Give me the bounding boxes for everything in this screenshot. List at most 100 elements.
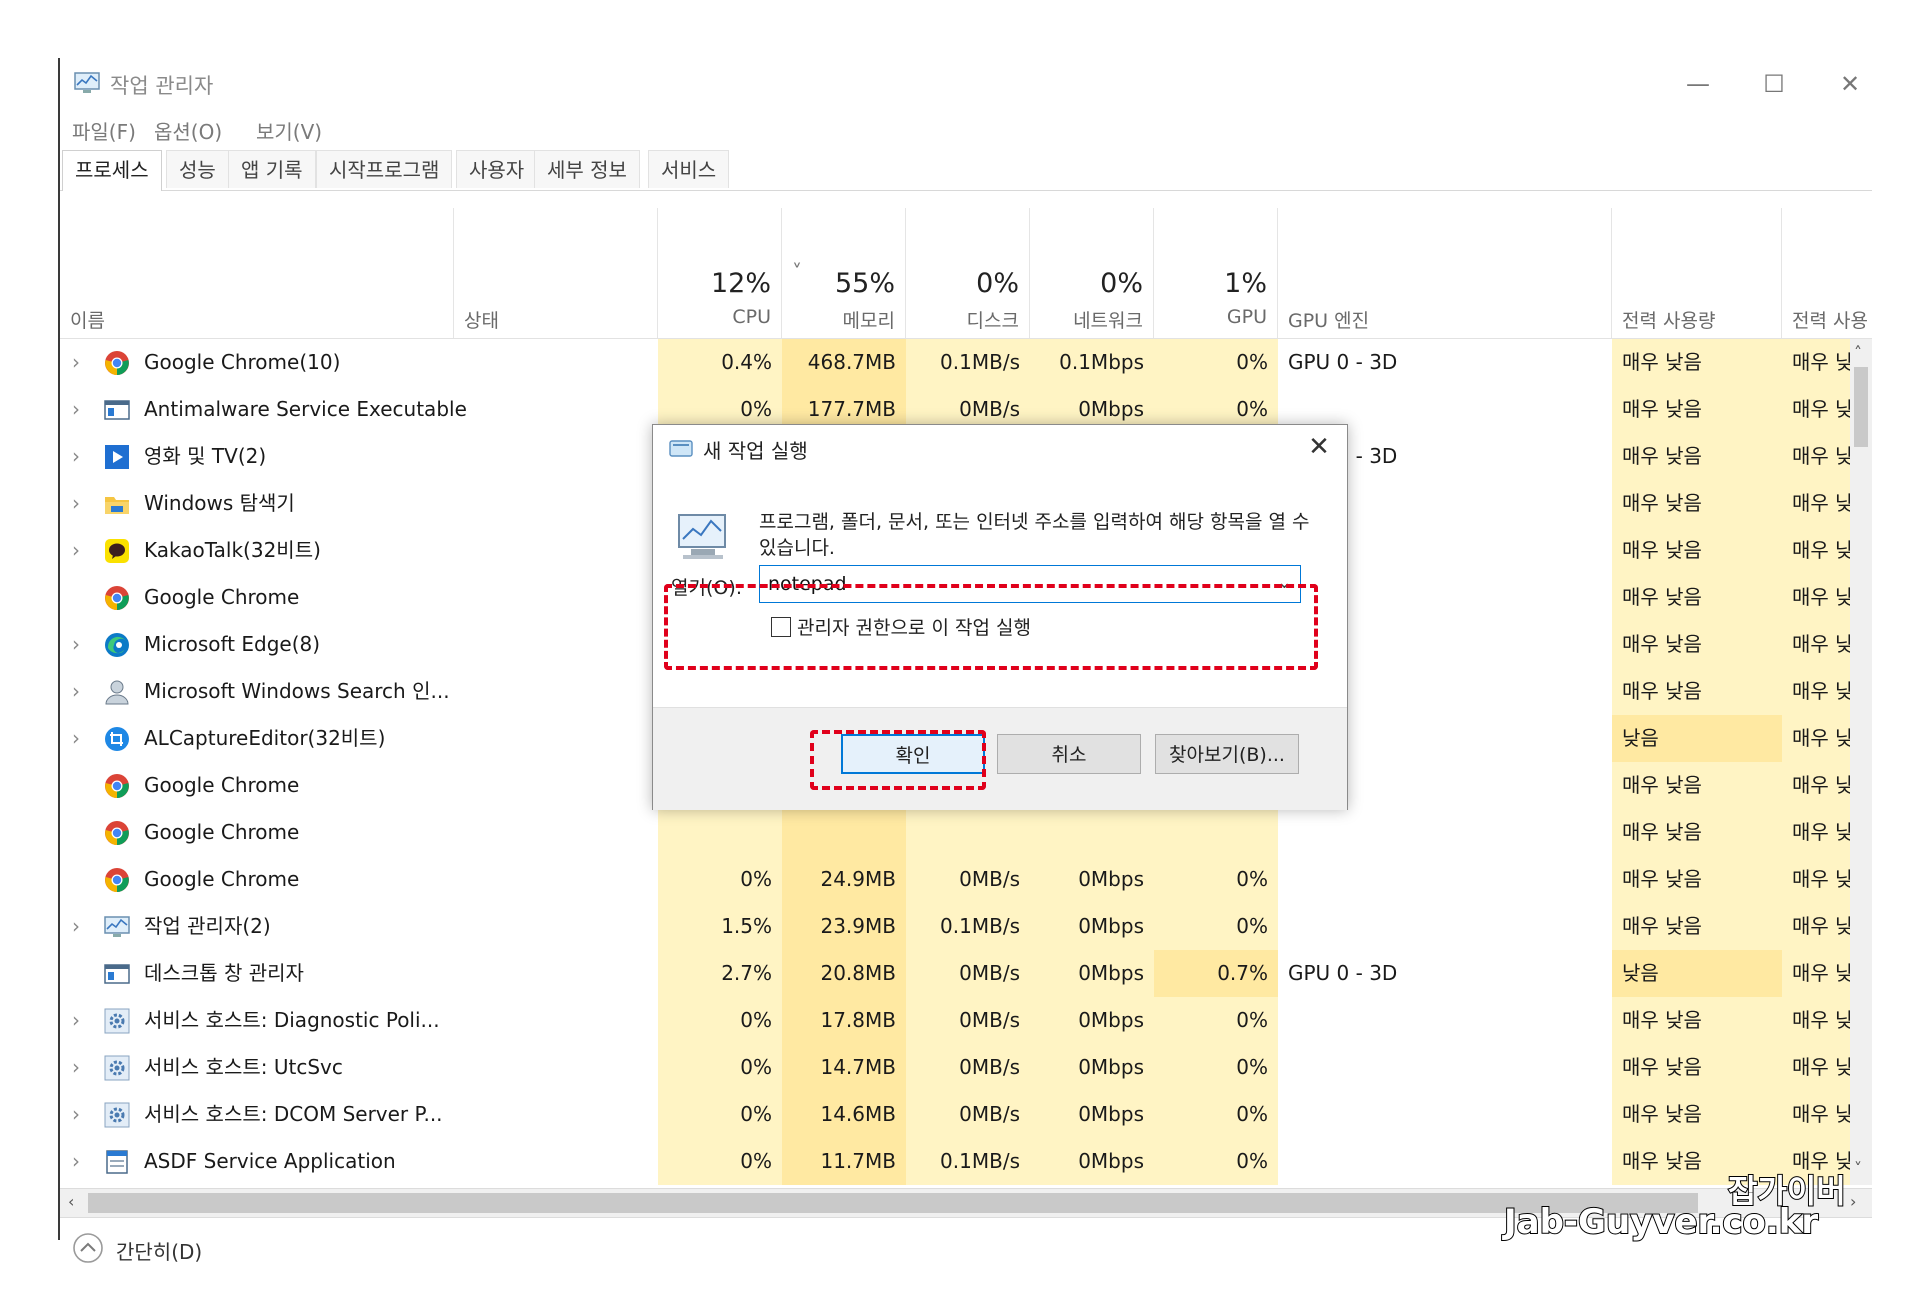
fewer-details-icon[interactable] [72, 1232, 104, 1264]
process-row[interactable]: › ASDF Service Application 0% 11.7MB 0.1MB/s… [60, 1138, 1872, 1185]
expand-chevron-icon[interactable]: › [66, 433, 86, 480]
process-name: Google Chrome [144, 773, 300, 797]
header-gpu-engine[interactable]: GPU 엔진 [1278, 208, 1612, 338]
cell-power: 매우 낮음 [1612, 433, 1782, 480]
process-name: 영화 및 TV(2) [144, 444, 267, 468]
expand-chevron-icon[interactable]: › [66, 621, 86, 668]
browse-button[interactable]: 찾아보기(B)... [1155, 734, 1299, 774]
cell-cpu: 0% [658, 997, 782, 1044]
menu-options[interactable]: 옵션(O) [154, 116, 222, 145]
header-network[interactable]: 0% 네트워크 [1030, 208, 1154, 338]
header-disk-percent: 0% [976, 268, 1019, 299]
taskmgr-icon [104, 914, 130, 940]
menu-file[interactable]: 파일(F) [72, 116, 136, 145]
tab-details[interactable]: 세부 정보 [534, 150, 640, 188]
cell-gpu: 0% [1154, 997, 1278, 1044]
cancel-button[interactable]: 취소 [997, 734, 1141, 774]
cell-gpu: 0% [1154, 856, 1278, 903]
process-row[interactable]: › 서비스 호스트: Diagnostic Poli... 0% 17.8MB 0MB/… [60, 997, 1872, 1044]
cell-power-trend: 매우 낮 [1782, 809, 1850, 856]
header-cpu[interactable]: 12% CPU [658, 208, 782, 338]
header-power-label: 전력 사용량 [1622, 310, 1716, 332]
header-disk[interactable]: 0% 디스크 [906, 208, 1030, 338]
dialog-description: 프로그램, 폴더, 문서, 또는 인터넷 주소를 입력하여 해당 항목을 열 수… [759, 511, 1310, 559]
process-name: 서비스 호스트: UtcSvc [144, 1055, 343, 1079]
cell-power: 매우 낮음 [1612, 1044, 1782, 1091]
scroll-up-arrow-icon[interactable]: ˄ [1854, 343, 1862, 362]
maximize-button[interactable]: ☐ [1746, 64, 1802, 104]
header-name[interactable]: 이름 [60, 208, 454, 338]
cell-gpu [1154, 809, 1278, 856]
expand-chevron-icon[interactable]: › [66, 1044, 86, 1091]
process-row[interactable]: Google Chrome 매우 낮음 매우 낮 [60, 809, 1872, 856]
expand-chevron-icon[interactable]: › [66, 1091, 86, 1138]
process-row[interactable]: › Google Chrome(10) 0.4% 468.7MB 0.1MB/s 0.1M… [60, 339, 1872, 386]
dialog-close-button[interactable]: ✕ [1299, 429, 1339, 465]
tab-app-history[interactable]: 앱 기록 [228, 150, 316, 188]
cell-disk: 0MB/s [906, 950, 1030, 997]
menu-view[interactable]: 보기(V) [256, 116, 322, 145]
cell-disk: 0MB/s [906, 1044, 1030, 1091]
process-row[interactable]: › 작업 관리자(2) 1.5% 23.9MB 0.1MB/s 0Mbps 0% 매우 낮음 매… [60, 903, 1872, 950]
process-row[interactable]: 데스크톱 창 관리자 2.7% 20.8MB 0MB/s 0Mbps 0.7% GPU 0 … [60, 950, 1872, 997]
cell-cpu: 0% [658, 856, 782, 903]
cell-cpu: 2.7% [658, 950, 782, 997]
cell-network: 0Mbps [1030, 997, 1154, 1044]
header-gpu[interactable]: 1% GPU [1154, 208, 1278, 338]
tab-users[interactable]: 사용자 [456, 150, 538, 188]
cell-power: 매우 낮음 [1612, 480, 1782, 527]
cell-memory: 23.9MB [782, 903, 906, 950]
dialog-button-bar: 확인 취소 찾아보기(B)... [653, 707, 1347, 810]
cell-memory [782, 809, 906, 856]
scroll-right-arrow-icon[interactable]: › [1850, 1192, 1856, 1211]
header-memory[interactable]: ˅ 55% 메모리 [782, 208, 906, 338]
cell-network [1030, 809, 1154, 856]
header-status[interactable]: 상태 [454, 208, 658, 338]
minimize-button[interactable]: — [1670, 64, 1726, 104]
tab-services[interactable]: 서비스 [648, 150, 730, 188]
scroll-down-arrow-icon[interactable]: ˅ [1854, 1159, 1862, 1178]
cell-power: 매우 낮음 [1612, 997, 1782, 1044]
tab-startup[interactable]: 시작프로그램 [316, 150, 453, 188]
chrome-icon [104, 773, 130, 799]
header-status-label: 상태 [464, 310, 499, 332]
expand-chevron-icon[interactable]: › [66, 715, 86, 762]
header-cpu-label: CPU [732, 306, 771, 328]
header-power-trend[interactable]: 전력 사용 [1782, 208, 1872, 338]
expand-chevron-icon[interactable]: › [66, 480, 86, 527]
tab-performance[interactable]: 성능 [166, 150, 229, 188]
expand-chevron-icon[interactable]: › [66, 386, 86, 433]
cell-memory: 468.7MB [782, 339, 906, 386]
cell-gpu-engine [1278, 809, 1612, 856]
header-power[interactable]: 전력 사용량 [1612, 208, 1782, 338]
cell-power: 매우 낮음 [1612, 386, 1782, 433]
cell-power-trend: 매우 낮 [1782, 903, 1850, 950]
cell-power-trend: 매우 낮 [1782, 480, 1850, 527]
app-icon [104, 961, 130, 987]
expand-chevron-icon[interactable]: › [66, 997, 86, 1044]
cell-power-trend: 매우 낮 [1782, 386, 1850, 433]
expand-chevron-icon[interactable]: › [66, 527, 86, 574]
process-row[interactable]: › 서비스 호스트: DCOM Server P... 0% 14.6MB 0MB/s 0… [60, 1091, 1872, 1138]
process-row[interactable]: Google Chrome 0% 24.9MB 0MB/s 0Mbps 0% 매우 낮음 매우… [60, 856, 1872, 903]
cell-disk: 0.1MB/s [906, 1138, 1030, 1185]
folder-icon [104, 491, 130, 517]
cell-network: 0.1Mbps [1030, 339, 1154, 386]
scroll-left-arrow-icon[interactable]: ‹ [68, 1192, 74, 1211]
close-button[interactable]: ✕ [1822, 64, 1878, 104]
cell-memory: 24.9MB [782, 856, 906, 903]
header-power-trend-label: 전력 사용 [1792, 310, 1868, 332]
expand-chevron-icon[interactable]: › [66, 903, 86, 950]
fewer-details-link[interactable]: 간단히(D) [116, 1236, 202, 1265]
expand-chevron-icon[interactable]: › [66, 339, 86, 386]
movies-icon [104, 444, 130, 470]
cell-cpu: 0% [658, 1138, 782, 1185]
tab-processes[interactable]: 프로세스 [62, 150, 162, 191]
vertical-scroll-thumb[interactable] [1854, 367, 1868, 447]
expand-chevron-icon[interactable]: › [66, 1138, 86, 1185]
vertical-scrollbar[interactable]: ˄ ˅ [1850, 339, 1872, 1185]
process-row[interactable]: › 서비스 호스트: UtcSvc 0% 14.7MB 0MB/s 0Mbps 0% 매우 낮… [60, 1044, 1872, 1091]
horizontal-scroll-thumb[interactable] [88, 1193, 1698, 1213]
expand-chevron-icon[interactable]: › [66, 668, 86, 715]
cell-power: 매우 낮음 [1612, 762, 1782, 809]
